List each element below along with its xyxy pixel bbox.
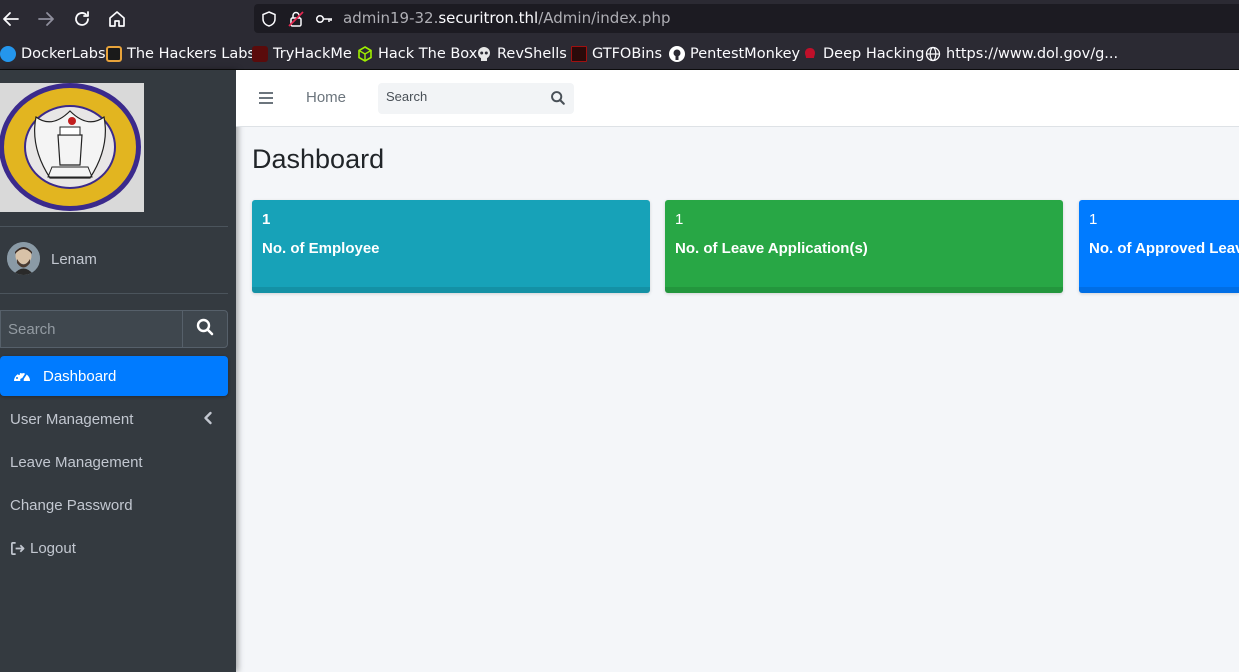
sidebar-item-logout[interactable]: Logout	[0, 528, 228, 568]
info-box-label: No. of Leave Application(s)	[675, 240, 868, 257]
home-icon[interactable]	[106, 8, 128, 30]
bookmark-pentestmonkey[interactable]: PentestMonkey	[669, 44, 800, 64]
globe-icon	[925, 46, 941, 62]
bookmark-tryhackme[interactable]: TryHackMe	[252, 44, 352, 64]
info-box-label: No. of Employee	[262, 240, 380, 257]
tachometer-icon	[12, 366, 32, 386]
sidebar-search-input[interactable]	[0, 310, 183, 348]
info-box-footer	[665, 287, 1063, 293]
info-box-count: 1	[675, 211, 684, 228]
insecure-lock-icon[interactable]	[287, 10, 305, 28]
sidebar-item-change-password[interactable]: Change Password	[0, 485, 228, 525]
top-navbar: Home	[236, 70, 1239, 127]
bookmark-label: PentestMonkey	[690, 46, 801, 62]
search-icon[interactable]	[550, 90, 568, 108]
page-title: Dashboard	[252, 144, 385, 174]
sidebar-divider	[0, 226, 228, 227]
sidebar-item-leave-management[interactable]: Leave Management	[0, 442, 228, 482]
url-bar[interactable]: admin19-32.securitron.thl/Admin/index.ph…	[254, 4, 1239, 33]
bookmark-revshells[interactable]: RevShells	[476, 44, 567, 64]
back-arrow-icon[interactable]	[0, 8, 22, 30]
deep-hacking-icon	[802, 46, 818, 62]
navbar-search-input[interactable]	[386, 89, 536, 104]
url-prefix: admin19-32.	[343, 9, 439, 27]
url-text[interactable]: admin19-32.securitron.thl/Admin/index.ph…	[343, 9, 671, 27]
reload-icon[interactable]	[71, 8, 93, 30]
search-icon	[196, 318, 214, 340]
bookmark-label: https://www.dol.gov/g...	[946, 46, 1119, 62]
gtfobins-icon	[571, 46, 587, 62]
sidebar: Lenam Dashboard User Management Leave Ma…	[0, 70, 236, 672]
sidebar-item-label: Change Password	[10, 496, 133, 514]
shield-icon[interactable]	[260, 10, 278, 28]
bookmark-dockerlabs[interactable]: DockerLabs	[0, 44, 106, 64]
info-box-approved-leave[interactable]: 1 No. of Approved Leave	[1079, 200, 1239, 293]
nav-home-link[interactable]: Home	[306, 89, 346, 106]
avatar[interactable]	[7, 242, 40, 275]
bookmark-deep-hacking[interactable]: Deep Hacking	[802, 44, 924, 64]
hackthebox-cube-icon	[357, 46, 373, 62]
sidebar-item-label: User Management	[10, 410, 134, 428]
url-domain: securitron.thl	[438, 9, 539, 27]
github-icon	[669, 46, 685, 62]
bookmarks-bar: DockerLabs The Hackers Labs TryHackMe Ha…	[0, 37, 1239, 70]
info-box-label: No. of Approved Leave	[1089, 240, 1239, 257]
bookmark-the-hackers-labs[interactable]: The Hackers Labs	[106, 44, 255, 64]
url-path: /Admin/index.php	[538, 9, 671, 27]
sidebar-search-button[interactable]	[182, 310, 228, 348]
docker-whale-icon	[0, 46, 16, 62]
navbar-search	[378, 83, 574, 114]
info-box-count: 1	[262, 211, 271, 228]
info-box-footer	[252, 287, 650, 293]
browser-toolbar: admin19-32.securitron.thl/Admin/index.ph…	[0, 0, 1239, 37]
tryhackme-icon	[252, 46, 268, 62]
skull-icon	[476, 46, 492, 62]
user-name[interactable]: Lenam	[51, 251, 97, 268]
school-logo[interactable]	[0, 83, 144, 212]
bookmark-label: GTFOBins	[592, 46, 663, 62]
bookmark-label: RevShells	[497, 46, 567, 62]
sidebar-item-label: Leave Management	[10, 453, 143, 471]
hackers-labs-icon	[106, 46, 122, 62]
sidebar-item-user-management[interactable]: User Management	[0, 399, 228, 439]
bookmark-hack-the-box[interactable]: Hack The Box	[357, 44, 477, 64]
bookmark-label: The Hackers Labs	[127, 46, 255, 62]
bookmark-dol-gov[interactable]: https://www.dol.gov/g...	[925, 44, 1118, 64]
bookmark-label: Hack The Box	[378, 46, 478, 62]
bookmark-label: TryHackMe	[273, 46, 352, 62]
info-box-footer	[1079, 287, 1239, 293]
info-box-leave-applications[interactable]: 1 No. of Leave Application(s)	[665, 200, 1063, 293]
sidebar-item-dashboard[interactable]: Dashboard	[0, 356, 228, 396]
bookmark-label: Deep Hacking	[823, 46, 925, 62]
sign-out-icon	[10, 541, 25, 556]
chevron-left-icon	[203, 411, 213, 429]
info-box-employees[interactable]: 1 No. of Employee	[252, 200, 650, 293]
forward-arrow-icon[interactable]	[35, 8, 57, 30]
bookmark-label: DockerLabs	[21, 46, 106, 62]
sidebar-divider	[0, 293, 228, 294]
info-box-count: 1	[1089, 211, 1098, 228]
sidebar-item-label: Dashboard	[43, 367, 117, 385]
sidebar-item-label: Logout	[30, 539, 76, 557]
key-icon[interactable]	[315, 10, 333, 28]
bookmark-gtfobins[interactable]: GTFOBins	[571, 44, 662, 64]
hamburger-menu-icon[interactable]	[258, 89, 276, 107]
